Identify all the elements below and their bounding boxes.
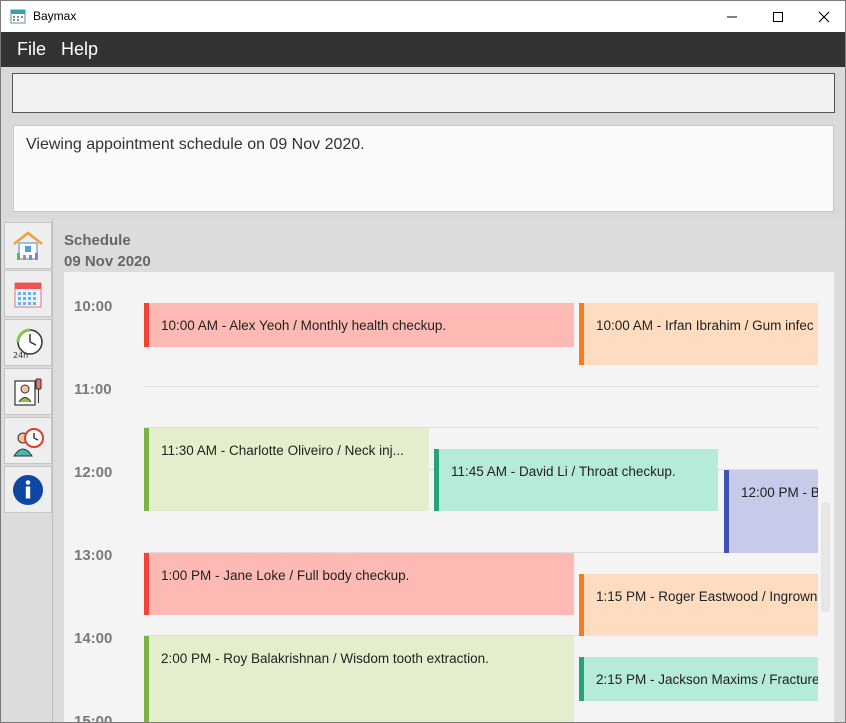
calendar-icon xyxy=(14,282,42,307)
minimize-icon xyxy=(727,16,737,17)
patient-icon xyxy=(14,378,42,406)
time-label: 13:00 xyxy=(74,547,113,564)
appointment-text: 10:00 AM - Irfan Ibrahim / Gum infec xyxy=(596,318,814,333)
minimize-button[interactable] xyxy=(709,1,755,32)
scrollbar[interactable] xyxy=(821,502,830,612)
appointment-card[interactable]: 1:00 PM - Jane Loke / Full body checkup. xyxy=(144,553,574,615)
time-label: 11:00 xyxy=(74,381,112,398)
appointment-text: 12:00 PM - Be xyxy=(741,485,818,500)
appointment-text: 2:15 PM - Jackson Maxims / Fracture xyxy=(596,672,818,687)
appointment-icon xyxy=(13,427,44,456)
menu-bar: File Help xyxy=(1,32,845,67)
time-label: 14:00 xyxy=(74,630,113,647)
menu-file[interactable]: File xyxy=(17,39,46,60)
time-label: 15:00 xyxy=(74,713,113,723)
schedule-date: 09 Nov 2020 xyxy=(64,253,151,270)
sidebar-item-appointments[interactable] xyxy=(4,417,52,464)
maximize-icon xyxy=(773,11,783,22)
svg-text:24h: 24h xyxy=(13,351,28,360)
time-label: 12:00 xyxy=(74,464,113,481)
sidebar-item-calendar[interactable] xyxy=(4,270,52,317)
appointment-text: 1:15 PM - Roger Eastwood / Ingrown xyxy=(596,589,818,604)
appointment-card[interactable]: 1:15 PM - Roger Eastwood / Ingrown xyxy=(579,574,818,636)
title-bar: Baymax xyxy=(1,1,845,32)
appointment-card[interactable]: 11:30 AM - Charlotte Oliveiro / Neck inj… xyxy=(144,428,429,511)
sidebar-item-info[interactable] xyxy=(4,466,52,513)
appointment-card[interactable]: 2:00 PM - Roy Balakrishnan / Wisdom toot… xyxy=(144,636,574,722)
sidebar: 24h xyxy=(2,218,53,722)
schedule-panel: Schedule 09 Nov 2020 10:00 11:00 12:00 1… xyxy=(53,218,845,723)
sidebar-item-home[interactable] xyxy=(4,222,52,269)
appointment-card[interactable]: 2:15 PM - Jackson Maxims / Fracture xyxy=(579,657,818,701)
sidebar-item-patients[interactable] xyxy=(4,368,52,415)
app-window: Baymax File Help Viewing appointment sch… xyxy=(0,0,846,723)
result-text: Viewing appointment schedule on 09 Nov 2… xyxy=(26,136,365,153)
close-button[interactable] xyxy=(801,1,845,32)
command-input[interactable] xyxy=(12,73,835,113)
appointment-text: 10:00 AM - Alex Yeoh / Monthly health ch… xyxy=(161,318,447,333)
home-icon xyxy=(13,230,43,260)
info-icon xyxy=(13,474,43,505)
app-calendar-icon xyxy=(10,9,26,24)
maximize-button[interactable] xyxy=(755,1,801,32)
appointment-text: 11:45 AM - David Li / Throat checkup. xyxy=(451,464,676,479)
hour-gridline xyxy=(144,386,818,387)
schedule-title: Schedule xyxy=(64,232,131,249)
appointment-card[interactable]: 10:00 AM - Irfan Ibrahim / Gum infec xyxy=(579,303,818,365)
calendar-view[interactable]: 10:00 11:00 12:00 13:00 14:00 15:00 10:0… xyxy=(64,272,834,723)
sidebar-item-24h[interactable]: 24h xyxy=(4,319,52,366)
close-icon xyxy=(818,11,830,22)
result-display: Viewing appointment schedule on 09 Nov 2… xyxy=(13,125,834,212)
appointment-text: 11:30 AM - Charlotte Oliveiro / Neck inj… xyxy=(161,443,404,458)
clock-24h-icon: 24h xyxy=(13,328,43,360)
appointment-card[interactable]: 11:45 AM - David Li / Throat checkup. xyxy=(434,449,718,511)
menu-help[interactable]: Help xyxy=(61,39,98,60)
window-title: Baymax xyxy=(33,9,77,23)
appointment-text: 1:00 PM - Jane Loke / Full body checkup. xyxy=(161,568,410,583)
appointment-text: 2:00 PM - Roy Balakrishnan / Wisdom toot… xyxy=(161,651,489,666)
appointment-card[interactable]: 12:00 PM - Be xyxy=(724,470,818,553)
time-label: 10:00 xyxy=(74,298,113,315)
appointment-card[interactable]: 10:00 AM - Alex Yeoh / Monthly health ch… xyxy=(144,303,574,347)
